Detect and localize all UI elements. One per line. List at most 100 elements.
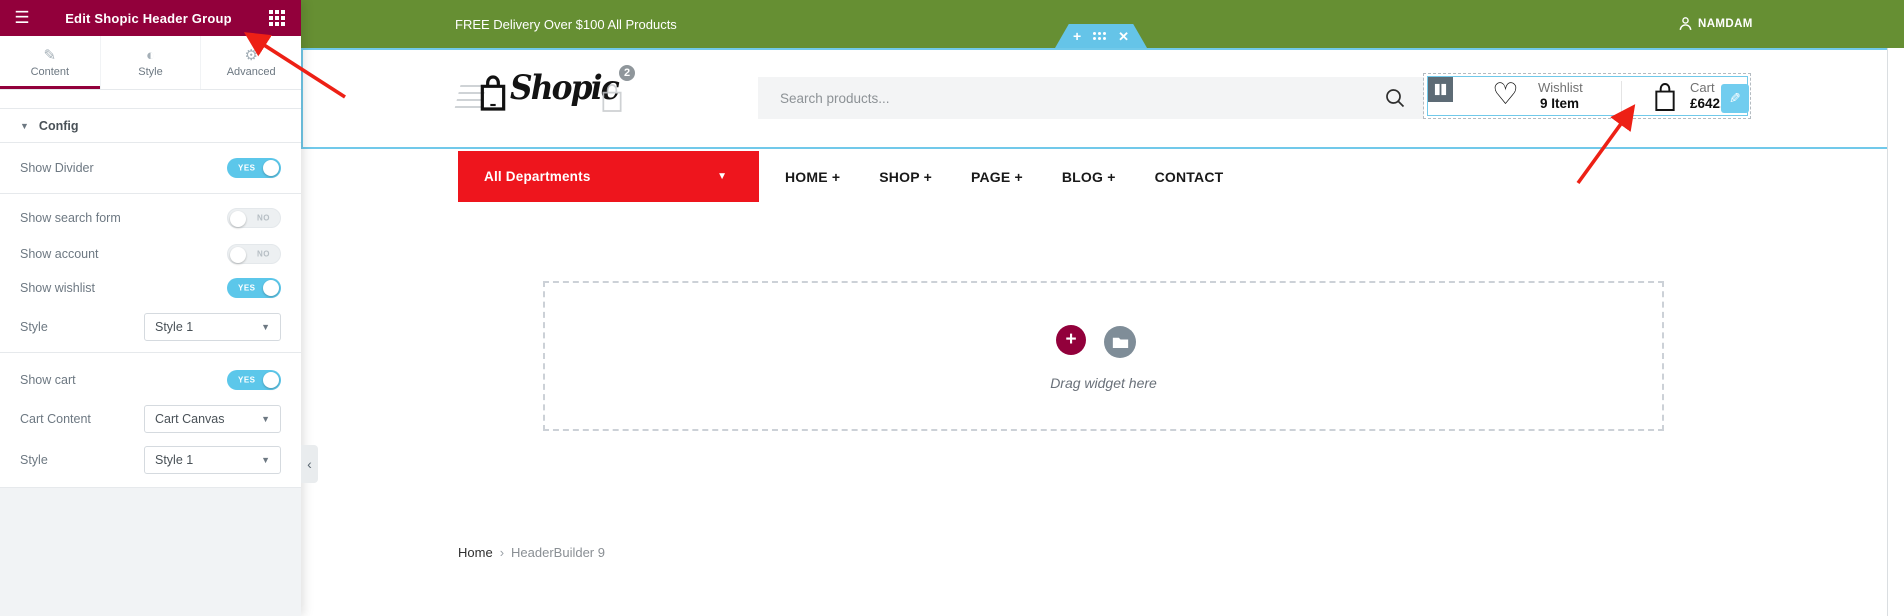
- control-show-divider: Show Divider YES: [20, 154, 281, 182]
- preview-scroll-edge: [1887, 48, 1888, 616]
- edit-widget-button[interactable]: ✎: [1721, 84, 1749, 113]
- section-border-left: [301, 48, 303, 149]
- search-input[interactable]: [758, 77, 1424, 119]
- toggle-knob: [230, 247, 246, 263]
- add-section-icon[interactable]: +: [1073, 29, 1081, 43]
- nav-item-home[interactable]: HOME +: [785, 169, 840, 185]
- column-icon: [1434, 83, 1447, 96]
- toggle-value: YES: [238, 284, 256, 293]
- breadcrumb-current: HeaderBuilder 9: [511, 545, 605, 560]
- toggle-knob: [230, 211, 246, 227]
- plus-icon: +: [1065, 329, 1076, 351]
- select-value: Cart Canvas: [155, 412, 224, 426]
- panel-footer: [0, 487, 301, 616]
- toggle-knob: [263, 280, 279, 296]
- select-value: Style 1: [155, 320, 193, 334]
- folder-icon: [1112, 335, 1129, 349]
- panel-collapse-button[interactable]: ‹: [301, 445, 318, 483]
- show-account-toggle[interactable]: NO: [227, 244, 281, 264]
- panel-divider: [0, 193, 301, 194]
- control-cart-style: Style Style 1 ▼: [20, 446, 281, 474]
- panel-tabs: ✎ Content ◐ Style ⚙ Advanced: [0, 36, 301, 90]
- wishlist-label[interactable]: Wishlist: [1538, 80, 1583, 95]
- cart-label[interactable]: Cart: [1690, 80, 1715, 95]
- tab-advanced[interactable]: ⚙ Advanced: [201, 36, 301, 89]
- nav-item-page[interactable]: PAGE +: [971, 169, 1023, 185]
- breadcrumb-home[interactable]: Home: [458, 545, 493, 560]
- gear-icon: ⚙: [244, 48, 257, 64]
- toggle-value: YES: [238, 376, 256, 385]
- all-departments-button[interactable]: All Departments ▼: [458, 151, 759, 202]
- nav-item-contact[interactable]: CONTACT: [1155, 169, 1224, 185]
- config-section-header[interactable]: ▼ Config: [0, 108, 301, 143]
- panel-title: Edit Shopic Header Group: [44, 11, 253, 26]
- chevron-down-icon: ▼: [20, 121, 29, 131]
- wishlist-count[interactable]: 9 Item: [1540, 96, 1579, 111]
- control-label: Style: [20, 320, 48, 334]
- control-show-account: Show account NO: [20, 240, 281, 268]
- section-handle[interactable]: + ✕: [1055, 24, 1147, 48]
- chevron-down-icon: ▼: [261, 414, 270, 424]
- toggle-value: NO: [257, 214, 270, 223]
- control-show-search-form: Show search form NO: [20, 204, 281, 232]
- breadcrumb-separator: ›: [500, 545, 504, 560]
- promo-message: FREE Delivery Over $100 All Products: [455, 0, 677, 48]
- drag-widget-hint: Drag widget here: [543, 375, 1664, 391]
- add-widget-button[interactable]: +: [1056, 325, 1086, 355]
- cart-style-select[interactable]: Style 1 ▼: [144, 446, 281, 474]
- show-divider-toggle[interactable]: YES: [227, 158, 281, 178]
- control-label: Cart Content: [20, 412, 91, 426]
- account-link[interactable]: NAMDAM: [1679, 0, 1753, 48]
- drag-widget-zone[interactable]: [543, 281, 1664, 431]
- chevron-left-icon: ‹: [307, 456, 312, 472]
- nav-item-blog[interactable]: BLOG +: [1062, 169, 1116, 185]
- pencil-icon: ✎: [44, 48, 57, 64]
- add-template-button[interactable]: [1104, 326, 1136, 358]
- delete-section-icon[interactable]: ✕: [1118, 30, 1129, 43]
- tab-advanced-label: Advanced: [227, 66, 276, 78]
- tab-style[interactable]: ◐ Style: [101, 36, 202, 89]
- control-label: Show account: [20, 247, 99, 261]
- cart-bag-icon[interactable]: [1652, 79, 1678, 115]
- show-search-form-toggle[interactable]: NO: [227, 208, 281, 228]
- all-departments-label: All Departments: [458, 169, 591, 184]
- pencil-icon: ✎: [1729, 90, 1741, 107]
- cart-content-select[interactable]: Cart Canvas ▼: [144, 405, 281, 433]
- section-border-bottom: [301, 147, 1887, 149]
- control-show-wishlist: Show wishlist YES: [20, 274, 281, 302]
- chevron-down-icon: ▼: [261, 322, 270, 332]
- nav-item-shop[interactable]: SHOP +: [879, 169, 932, 185]
- wishlist-heart-icon[interactable]: ♡: [1492, 78, 1519, 112]
- person-icon: [1679, 17, 1692, 31]
- account-name: NAMDAM: [1698, 18, 1753, 30]
- breadcrumb: Home › HeaderBuilder 9: [458, 545, 605, 560]
- wishlist-cart-divider: [1621, 81, 1622, 112]
- wishlist-style-select[interactable]: Style 1 ▼: [144, 313, 281, 341]
- tab-content-label: Content: [31, 66, 70, 78]
- control-wishlist-style: Style Style 1 ▼: [20, 313, 281, 341]
- column-handle[interactable]: [1428, 77, 1453, 102]
- logo-badge: 2: [617, 63, 637, 83]
- elementor-editor: ☰ Edit Shopic Header Group ✎ Content ◐ S…: [0, 0, 1904, 616]
- toggle-value: NO: [257, 250, 270, 259]
- tab-content[interactable]: ✎ Content: [0, 36, 101, 89]
- search-icon[interactable]: [1384, 87, 1406, 109]
- toggle-value: YES: [238, 164, 256, 173]
- chevron-down-icon: ▼: [261, 455, 270, 465]
- config-section-title: Config: [39, 119, 79, 133]
- show-wishlist-toggle[interactable]: YES: [227, 278, 281, 298]
- hamburger-menu-icon[interactable]: ☰: [0, 0, 44, 36]
- panel-header: ☰ Edit Shopic Header Group: [0, 0, 301, 36]
- show-cart-toggle[interactable]: YES: [227, 370, 281, 390]
- tab-style-label: Style: [138, 66, 162, 78]
- elementor-panel: ☰ Edit Shopic Header Group ✎ Content ◐ S…: [0, 0, 301, 616]
- toggle-knob: [263, 160, 279, 176]
- control-label: Show search form: [20, 211, 121, 225]
- drag-section-icon[interactable]: [1093, 32, 1106, 40]
- section-border-top: [301, 48, 1887, 50]
- logo-ghost-bag-icon: [599, 80, 625, 116]
- widgets-grid-icon[interactable]: [253, 10, 301, 26]
- chevron-down-icon: ▼: [717, 171, 727, 182]
- grid-icon: [269, 10, 285, 26]
- control-cart-content: Cart Content Cart Canvas ▼: [20, 405, 281, 433]
